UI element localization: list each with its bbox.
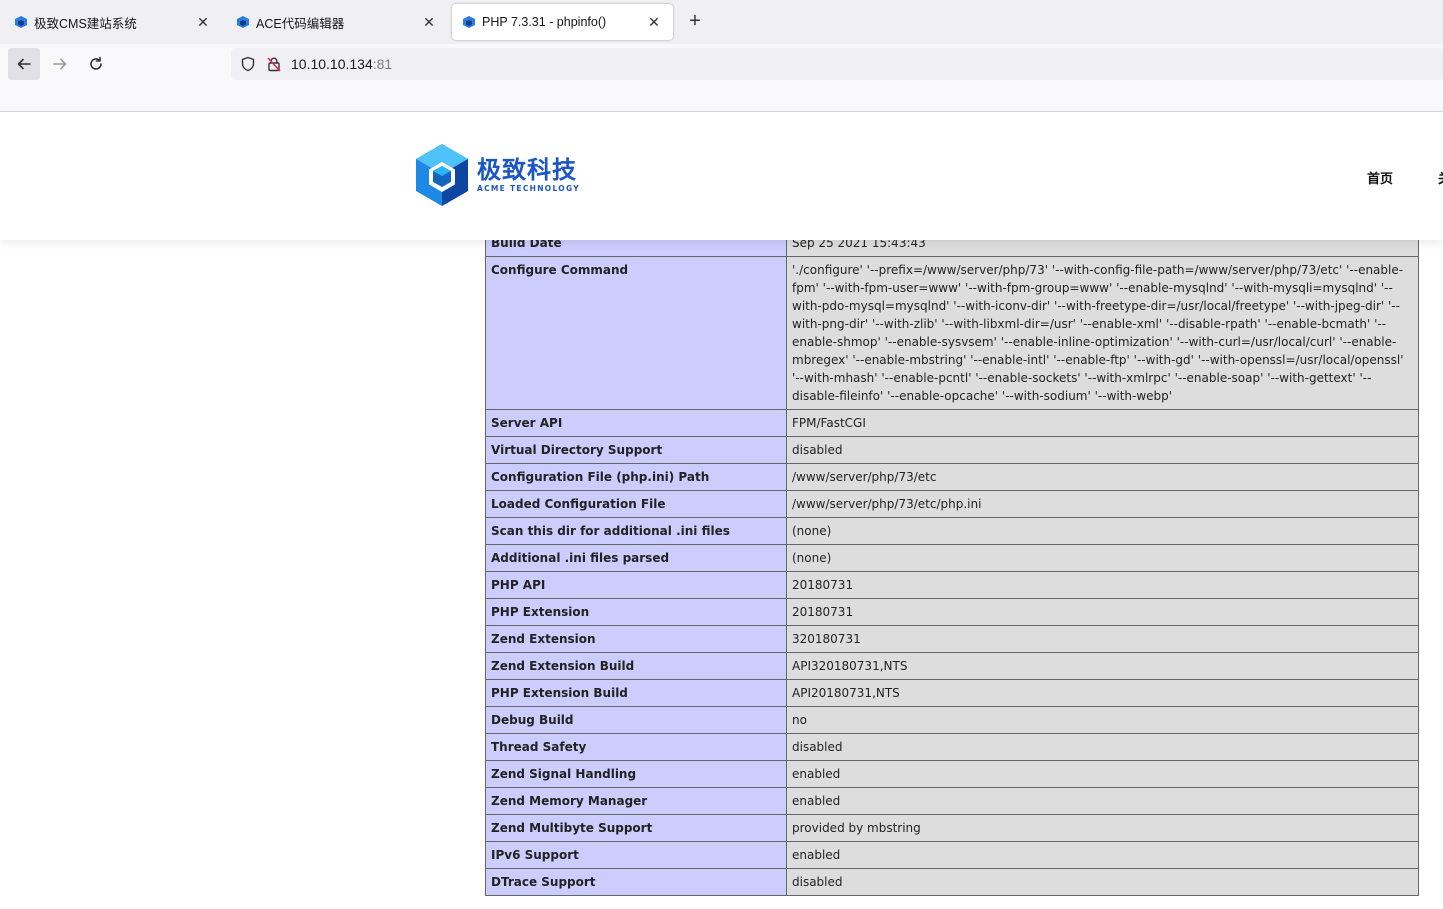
table-row: Zend Extension 320180731: [485, 625, 1419, 653]
tab-phpinfo[interactable]: PHP 7.3.31 - phpinfo() ✕: [452, 4, 673, 40]
table-row: Scan this dir for additional .ini files(…: [485, 517, 1419, 545]
table-row: DTrace Support disabled: [485, 868, 1419, 896]
shield-icon[interactable]: [239, 55, 257, 73]
row-value: provided by mbstring: [786, 814, 1419, 842]
row-value: /www/server/php/73/etc: [786, 463, 1419, 491]
row-value: disabled: [786, 733, 1419, 761]
navigation-bar: 10.10.10.134:81: [0, 44, 1443, 84]
table-row: PHP API 20180731: [485, 571, 1419, 599]
row-value: (none): [786, 544, 1419, 572]
row-key: Server API: [485, 409, 787, 437]
table-row: Zend Extension Build API320180731,NTS: [485, 652, 1419, 680]
logo-chinese-text: 极致科技: [477, 156, 577, 184]
row-value: FPM/FastCGI: [786, 409, 1419, 437]
new-tab-plus-icon[interactable]: +: [684, 11, 706, 33]
tab-title: ACE代码编辑器: [256, 16, 345, 31]
cube-favicon-icon: [14, 15, 28, 29]
row-value: 20180731: [786, 598, 1419, 626]
cube-favicon-icon: [236, 15, 250, 29]
cube-logo-icon: [416, 144, 468, 206]
row-key: Additional .ini files parsed: [485, 544, 787, 572]
logo-english-text: ACME TECHNOLOGY: [477, 184, 580, 193]
row-key: IPv6 Support: [485, 841, 787, 869]
arrow-right-icon: [53, 58, 67, 70]
row-key: PHP Extension: [485, 598, 787, 626]
row-key: Virtual Directory Support: [485, 436, 787, 464]
table-row: Debug Build no: [485, 706, 1419, 734]
insecure-lock-icon[interactable]: [265, 55, 283, 73]
site-header: 极致科技 ACME TECHNOLOGY 首页 关: [0, 112, 1443, 240]
row-key: Zend Extension: [485, 625, 787, 653]
arrow-left-icon: [17, 58, 31, 70]
back-button[interactable]: [8, 48, 40, 80]
row-key: Debug Build: [485, 706, 787, 734]
table-row: Zend Multibyte Support provided by mbstri…: [485, 814, 1419, 842]
row-value: enabled: [786, 760, 1419, 788]
reload-icon: [90, 56, 102, 70]
tab-title: 极致CMS建站系统: [34, 16, 137, 31]
tab-strip: 极致CMS建站系统 ✕ ACE代码编辑器 ✕ PHP 7.3.31 - phpi…: [0, 0, 1443, 44]
toolbar-spacer: [0, 84, 1443, 112]
table-row: Server API FPM/FastCGI: [485, 409, 1419, 437]
nav-next-link[interactable]: 关: [1438, 168, 1443, 187]
close-tab-icon[interactable]: ✕: [194, 13, 212, 31]
row-value: enabled: [786, 841, 1419, 869]
address-bar[interactable]: 10.10.10.134:81: [231, 48, 1443, 80]
table-row: Loaded Configuration File/www/server/php…: [485, 490, 1419, 518]
row-key: PHP Extension Build: [485, 679, 787, 707]
row-value: /www/server/php/73/etc/php.ini: [786, 490, 1419, 518]
reload-button[interactable]: [80, 48, 112, 80]
table-row: Build Date Sep 25 2021 15:43:43: [485, 240, 1419, 257]
table-row: Virtual Directory Support disabled: [485, 436, 1419, 464]
row-key: Zend Signal Handling: [485, 760, 787, 788]
table-row: Thread Safety disabled: [485, 733, 1419, 761]
row-value: no: [786, 706, 1419, 734]
site-logo[interactable]: 极致科技 ACME TECHNOLOGY: [413, 142, 580, 208]
row-key: PHP API: [485, 571, 787, 599]
row-key: Zend Extension Build: [485, 652, 787, 680]
row-key: Thread Safety: [485, 733, 787, 761]
row-key: Zend Memory Manager: [485, 787, 787, 815]
close-tab-icon[interactable]: ✕: [645, 13, 663, 31]
tab-jizhi-cms[interactable]: 极致CMS建站系统 ✕: [4, 4, 222, 40]
table-row: Configure Command './configure' '--prefix…: [485, 256, 1419, 410]
row-key: Zend Multibyte Support: [485, 814, 787, 842]
table-row: Zend Signal Handling enabled: [485, 760, 1419, 788]
table-row: PHP Extension Build API20180731,NTS: [485, 679, 1419, 707]
row-value: Sep 25 2021 15:43:43: [786, 240, 1419, 257]
tab-ace-editor[interactable]: ACE代码编辑器 ✕: [226, 4, 448, 40]
row-value: API20180731,NTS: [786, 679, 1419, 707]
forward-button[interactable]: [44, 48, 76, 80]
row-value: disabled: [786, 868, 1419, 896]
table-row: Zend Memory Manager enabled: [485, 787, 1419, 815]
row-value: 320180731: [786, 625, 1419, 653]
row-key: Configuration File (php.ini) Path: [485, 463, 787, 491]
row-value: 20180731: [786, 571, 1419, 599]
row-key: Scan this dir for additional .ini files: [485, 517, 787, 545]
url-port: :81: [372, 56, 393, 72]
row-key: DTrace Support: [485, 868, 787, 896]
tab-title: PHP 7.3.31 - phpinfo(): [482, 15, 607, 29]
row-key: Loaded Configuration File: [485, 490, 787, 518]
url-host: 10.10.10.134: [291, 56, 373, 72]
table-row: Additional .ini files parsed (none): [485, 544, 1419, 572]
close-tab-icon[interactable]: ✕: [420, 13, 438, 31]
table-row: IPv6 Support enabled: [485, 841, 1419, 869]
page-content: Build Date Sep 25 2021 15:43:43 Configure …: [0, 240, 1443, 909]
table-row: Configuration File (php.ini) Path/www/se…: [485, 463, 1419, 491]
row-value: disabled: [786, 436, 1419, 464]
cube-favicon-icon: [462, 15, 476, 29]
row-key: Configure Command: [485, 256, 787, 410]
row-value: enabled: [786, 787, 1419, 815]
row-value: API320180731,NTS: [786, 652, 1419, 680]
row-value: './configure' '--prefix=/www/server/php/…: [786, 256, 1419, 410]
row-key: Build Date: [485, 240, 787, 257]
phpinfo-table: Build Date Sep 25 2021 15:43:43 Configure …: [485, 240, 1419, 896]
table-row: PHP Extension 20180731: [485, 598, 1419, 626]
row-value: (none): [786, 517, 1419, 545]
nav-home-link[interactable]: 首页: [1367, 168, 1393, 187]
